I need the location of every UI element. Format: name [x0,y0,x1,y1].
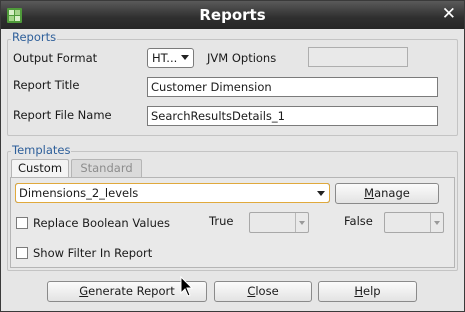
true-label: True [209,214,234,228]
show-filter-checkbox[interactable] [16,247,28,259]
title-bar[interactable]: Reports ✕ [1,1,464,29]
close-icon[interactable]: ✕ [442,5,456,23]
reports-dialog: Reports ✕ Reports Output Format HT... JV… [0,0,465,312]
report-file-name-field[interactable]: SearchResultsDetails_1 [147,106,438,126]
templates-group-label: Templates [11,143,72,157]
mouse-pointer-icon [180,276,194,297]
tab-standard[interactable]: Standard [71,159,142,177]
replace-boolean-checkbox[interactable] [16,217,28,229]
generate-mnemonic: G [79,284,89,298]
false-label: False [344,214,373,228]
help-mnemonic: H [354,284,364,298]
tab-custom[interactable]: Custom [11,159,69,177]
show-filter-label: Show Filter In Report [33,246,153,260]
chevron-down-icon [434,221,440,225]
close-label-rest: lose [255,284,279,298]
generate-label-rest: enerate Report [88,284,175,298]
window-title: Reports [199,6,266,24]
output-format-select[interactable]: HT... [147,48,194,68]
report-title-value: Customer Dimension [151,80,272,94]
reports-group-label: Reports [11,30,58,44]
manage-label-rest: anage [374,186,410,200]
template-value: Dimensions_2_levels [19,186,139,200]
jvm-options-label: JVM Options [207,51,277,65]
report-title-field[interactable]: Customer Dimension [147,77,438,97]
help-label-rest: elp [363,284,381,298]
report-title-label: Report Title [13,78,80,92]
output-format-value: HT... [152,51,178,65]
replace-boolean-label: Replace Boolean Values [33,216,170,230]
jvm-options-field [308,47,408,67]
false-value-select [384,212,444,233]
template-select[interactable]: Dimensions_2_levels [15,183,330,203]
manage-button[interactable]: Manage [335,183,439,204]
output-format-label: Output Format [13,51,98,65]
report-file-name-value: SearchResultsDetails_1 [151,109,285,123]
chevron-down-icon [317,191,325,196]
chevron-down-icon [299,221,305,225]
close-button[interactable]: Close [214,281,312,302]
chevron-down-icon [181,55,189,60]
report-file-name-label: Report File Name [13,108,112,122]
true-value-select [249,212,309,233]
manage-mnemonic: M [364,186,375,200]
help-button[interactable]: Help [318,281,417,302]
